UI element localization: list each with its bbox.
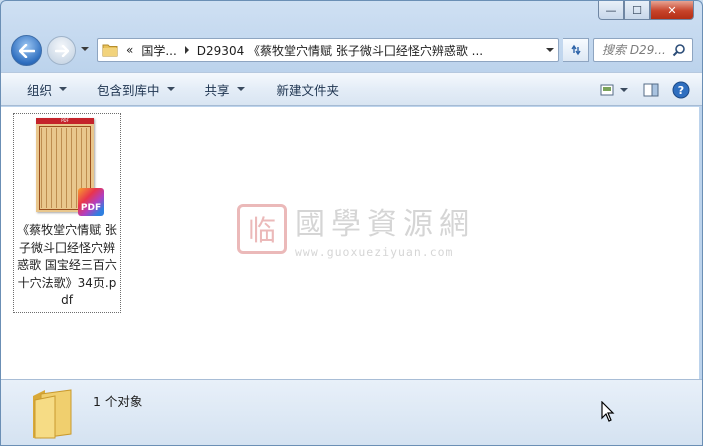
include-library-menu[interactable]: 包含到库中	[89, 77, 183, 101]
watermark-title: 國學資源網	[295, 207, 475, 242]
chevron-down-icon	[236, 87, 245, 91]
help-icon: ?	[672, 81, 690, 99]
chevron-down-icon[interactable]	[546, 48, 554, 52]
include-library-label: 包含到库中	[97, 82, 160, 98]
breadcrumb-item[interactable]: 国学...	[141, 42, 176, 59]
explorer-window: — ☐ ✕ « 国学... D29304 《蔡牧堂穴情赋 张子微斗囗经怪穴辨惑歌…	[0, 0, 703, 446]
maximize-button[interactable]: ☐	[624, 1, 650, 20]
new-folder-button[interactable]: 新建文件夹	[269, 77, 348, 101]
caption-buttons: — ☐ ✕	[598, 1, 694, 20]
new-folder-label: 新建文件夹	[276, 82, 340, 98]
address-overflow[interactable]: «	[126, 43, 133, 57]
search-input[interactable]	[602, 43, 672, 57]
svg-text:?: ?	[678, 84, 684, 97]
refresh-icon	[570, 44, 581, 56]
folder-icon	[102, 44, 118, 57]
right-edge	[699, 107, 702, 379]
file-item-pdf[interactable]: PDF PDF 《蔡牧堂穴情赋 张子微斗囗经怪穴辨惑歌 国宝经三百六十穴法歌》3…	[13, 113, 121, 313]
organize-label: 组织	[27, 82, 53, 98]
pdf-icon: PDF	[78, 188, 104, 216]
view-icon	[600, 84, 628, 96]
preview-pane-button[interactable]	[638, 78, 664, 102]
arrow-right-icon	[54, 44, 69, 57]
share-menu[interactable]: 共享	[197, 77, 253, 101]
forward-button[interactable]	[47, 36, 76, 65]
breadcrumb-current[interactable]: D29304 《蔡牧堂穴情赋 张子微斗囗经怪穴辨惑歌 ...	[197, 42, 483, 59]
help-button[interactable]: ?	[668, 78, 694, 102]
minimize-button[interactable]: —	[598, 1, 624, 20]
search-box[interactable]	[593, 38, 693, 62]
view-controls: ?	[592, 78, 694, 102]
change-view-button[interactable]	[596, 78, 634, 102]
arrow-left-icon	[18, 43, 35, 58]
details-pane: 1 个对象	[1, 379, 702, 445]
organize-menu[interactable]: 组织	[19, 77, 75, 101]
file-list-pane[interactable]: PDF PDF 《蔡牧堂穴情赋 张子微斗囗经怪穴辨惑歌 国宝经三百六十穴法歌》3…	[1, 107, 701, 379]
address-bar[interactable]: « 国学... D29304 《蔡牧堂穴情赋 张子微斗囗经怪穴辨惑歌 ...	[97, 38, 559, 62]
thumbnail-header: PDF	[36, 118, 94, 124]
watermark-text: 國學資源網 www.guoxueziyuan.com	[295, 199, 475, 259]
watermark-url: www.guoxueziyuan.com	[295, 245, 454, 259]
navigation-bar: « 国学... D29304 《蔡牧堂穴情赋 张子微斗囗经怪穴辨惑歌 ...	[1, 33, 702, 67]
seal-icon: 临	[237, 204, 287, 254]
preview-pane-icon	[643, 83, 659, 97]
refresh-button[interactable]	[563, 38, 589, 62]
chevron-right-icon[interactable]	[184, 46, 189, 54]
share-label: 共享	[204, 82, 230, 98]
back-button[interactable]	[11, 35, 42, 66]
search-icon[interactable]	[672, 43, 686, 57]
close-button[interactable]: ✕	[650, 1, 694, 20]
watermark-logo: 临 國學資源網 www.guoxueziyuan.com	[237, 199, 475, 259]
chevron-down-icon	[59, 87, 68, 91]
chevron-down-icon	[166, 87, 175, 91]
recent-pages-dropdown[interactable]	[81, 47, 89, 51]
mouse-cursor-icon	[601, 401, 615, 422]
item-count: 1 个对象	[93, 394, 143, 409]
file-name: 《蔡牧堂穴情赋 张子微斗囗经怪穴辨惑歌 国宝经三百六十穴法歌》34页.pdf	[17, 223, 117, 307]
command-bar: 组织 包含到库中 共享 新建文件夹 ?	[1, 72, 702, 106]
folder-icon	[33, 389, 72, 439]
